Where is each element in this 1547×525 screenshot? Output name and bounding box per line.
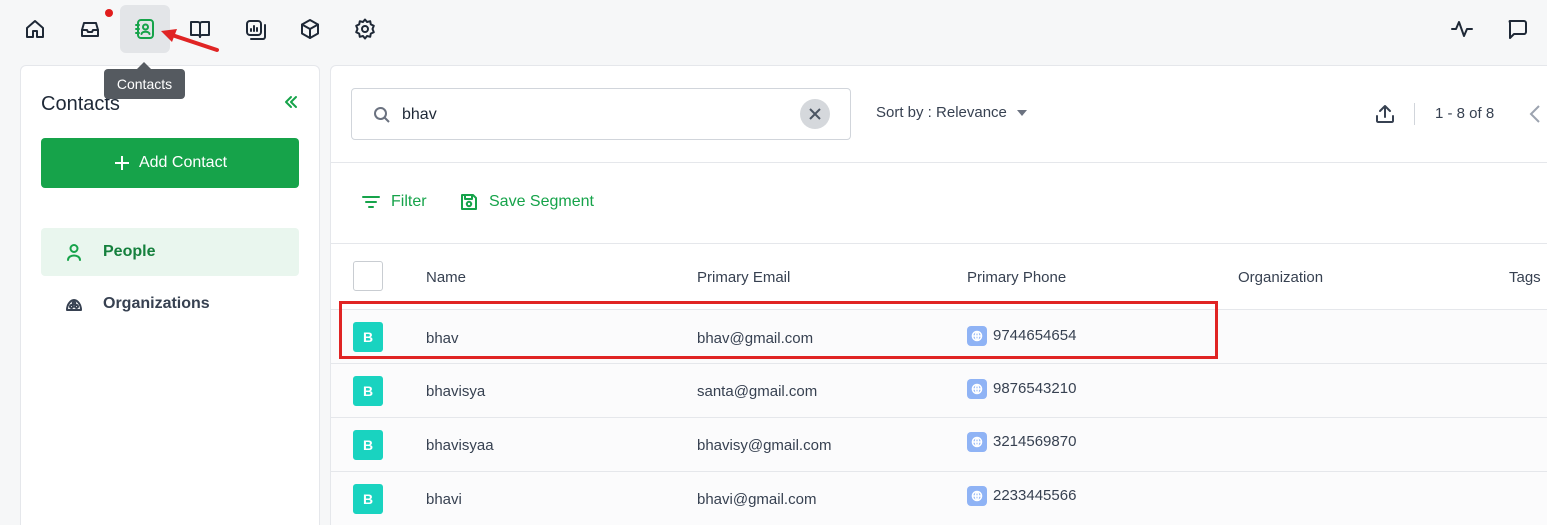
contact-email: bhavisy@gmail.com (697, 437, 832, 454)
divider (331, 162, 1547, 163)
filter-button[interactable]: Filter (361, 192, 427, 212)
contact-email: santa@gmail.com (697, 383, 818, 400)
clear-search-button[interactable] (800, 99, 830, 129)
annotation-highlight-box (339, 301, 1218, 359)
save-icon (461, 194, 477, 210)
sidebar-item-label: People (103, 243, 156, 260)
box-icon[interactable] (285, 5, 335, 53)
search-box (351, 88, 851, 140)
table-row[interactable]: B bhavisyaa bhavisy@gmail.com 3214569870 (331, 417, 1547, 471)
activity-icon[interactable] (1437, 5, 1487, 53)
sidebar-item-label: Organizations (103, 295, 210, 312)
avatar: B (353, 430, 383, 460)
contact-name[interactable]: bhavi (426, 491, 462, 508)
previous-page-icon[interactable] (1527, 103, 1543, 125)
sort-label: Sort by : Relevance (876, 104, 1007, 121)
divider (1414, 103, 1415, 125)
select-all-checkbox[interactable] (353, 261, 383, 291)
chevron-down-icon (1016, 109, 1027, 116)
sidebar-item-people[interactable]: People (41, 228, 299, 276)
column-header-email[interactable]: Primary Email (697, 269, 790, 286)
gear-icon[interactable] (340, 5, 390, 53)
search-icon (372, 105, 392, 125)
reports-icon[interactable] (230, 5, 280, 53)
filter-label: Filter (391, 193, 427, 210)
divider (331, 243, 1547, 244)
plus-icon (114, 156, 129, 170)
home-icon[interactable] (10, 5, 60, 53)
phone-flag-icon (967, 379, 987, 399)
chat-icon[interactable] (1492, 5, 1542, 53)
avatar: B (353, 376, 383, 406)
annotation-arrow-icon (161, 29, 219, 52)
pagination-count: 1 - 8 of 8 (1435, 105, 1495, 122)
close-icon (809, 108, 821, 120)
avatar: B (353, 484, 383, 514)
tooltip-arrow (137, 62, 151, 69)
top-nav-bar (0, 0, 1547, 58)
contact-email: bhavi@gmail.com (697, 491, 817, 508)
search-input[interactable] (402, 102, 782, 128)
contact-phone: 2233445566 (993, 487, 1077, 504)
sort-dropdown[interactable]: Sort by : Relevance (876, 104, 1027, 121)
filter-icon (362, 196, 380, 208)
column-header-name[interactable]: Name (426, 269, 466, 286)
sidebar-item-organizations[interactable]: Organizations (41, 280, 299, 328)
contacts-tooltip: Contacts (104, 69, 185, 99)
contact-phone: 9876543210 (993, 380, 1077, 397)
add-contact-button[interactable]: Add Contact (41, 138, 299, 188)
person-icon (67, 244, 81, 261)
organization-icon (66, 299, 82, 311)
save-segment-label: Save Segment (489, 193, 594, 210)
phone-flag-icon (967, 432, 987, 452)
contact-phone: 3214569870 (993, 433, 1077, 450)
table-row[interactable]: B bhavisya santa@gmail.com 9876543210 (331, 363, 1547, 417)
contacts-sidebar: Contacts Add Contact People Organization… (20, 65, 320, 525)
column-header-organization[interactable]: Organization (1238, 269, 1323, 286)
notification-dot (105, 9, 113, 17)
save-segment-button[interactable]: Save Segment (459, 192, 594, 212)
phone-flag-icon (967, 486, 987, 506)
contacts-main-panel: Sort by : Relevance 1 - 8 of 8 Filter Sa… (330, 65, 1547, 525)
collapse-sidebar-icon[interactable] (281, 92, 301, 112)
contact-name[interactable]: bhavisya (426, 383, 485, 400)
add-contact-label: Add Contact (138, 154, 228, 171)
column-header-phone[interactable]: Primary Phone (967, 269, 1066, 286)
table-row[interactable]: B bhavi bhavi@gmail.com 2233445566 (331, 471, 1547, 525)
contact-name[interactable]: bhavisyaa (426, 437, 494, 454)
column-header-tags[interactable]: Tags (1509, 269, 1541, 286)
export-icon[interactable] (1374, 103, 1396, 125)
